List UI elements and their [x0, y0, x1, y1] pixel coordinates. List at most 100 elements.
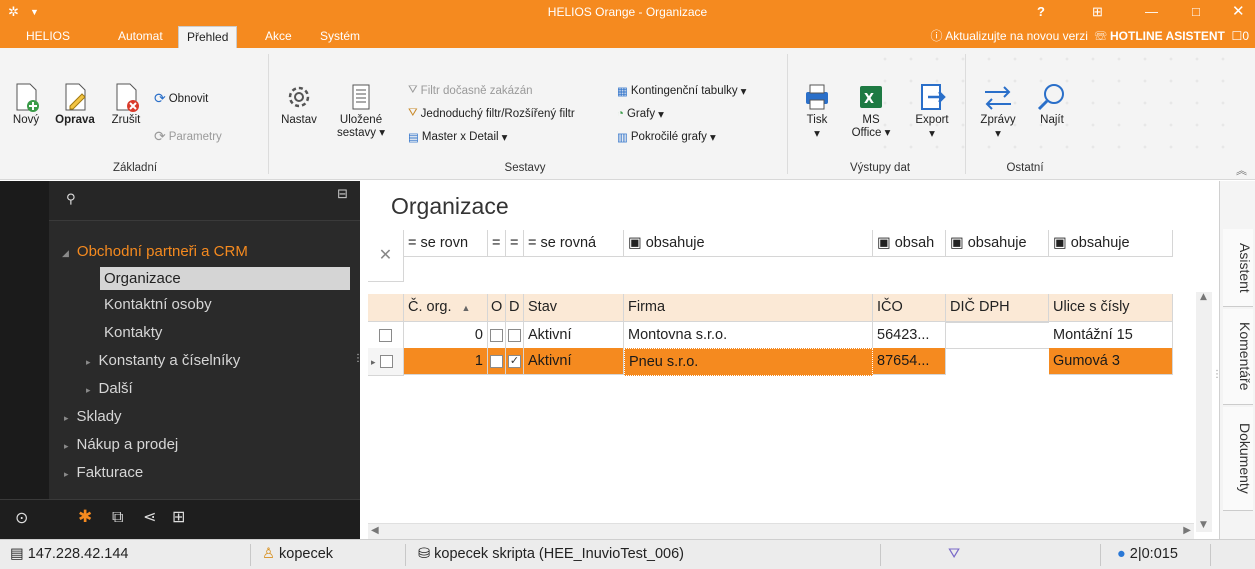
scroll-left-icon[interactable]: ◀ [371, 525, 379, 536]
pokrocile-grafy-button[interactable]: ▥ Pokročilé grafy ▾ [617, 130, 716, 144]
master-detail-button[interactable]: ▤ Master x Detail ▾ [408, 130, 507, 144]
horizontal-scrollbar[interactable]: ◀ ▶ [368, 523, 1194, 539]
scroll-down-icon[interactable]: ▼ [1200, 520, 1207, 530]
nav-item-sklady[interactable]: ▸ Sklady [64, 408, 122, 425]
grafy-button[interactable]: ◔ Grafy ▾ [617, 107, 664, 121]
checkbox[interactable] [508, 328, 521, 342]
column-header-o[interactable]: O [488, 294, 506, 322]
column-header-dic[interactable]: DIČ DPH [946, 294, 1049, 322]
filter-input[interactable] [506, 256, 524, 257]
zrusit-button[interactable]: Zrušit [104, 80, 148, 126]
nav-item-kontakty[interactable]: Kontakty [104, 324, 162, 341]
nav-item-organizace[interactable]: Organizace [100, 267, 350, 290]
tab-prehled[interactable]: Přehled [178, 26, 238, 48]
collapse-ribbon-icon[interactable]: ︽ [1236, 162, 1247, 178]
expand-nav-icon[interactable]: ⊙ [15, 508, 28, 527]
column-header-firma[interactable]: Firma [624, 294, 873, 322]
update-link[interactable]: Aktualizujte na novou verzi [945, 29, 1088, 43]
obnovit-button[interactable]: ⟳ Obnovit [154, 90, 208, 107]
table-cell[interactable]: Montážní 15 [1049, 322, 1173, 349]
hotline-link[interactable]: HOTLINE ASISTENT [1110, 29, 1225, 43]
vertical-scrollbar[interactable]: ▲ ▼ [1196, 292, 1212, 532]
maximize-button[interactable]: □ [1192, 3, 1200, 21]
nav-search-bar[interactable]: ⚲ ⊟ [49, 181, 360, 221]
tab-automat[interactable]: Automat [110, 25, 171, 48]
grid-view-icon[interactable]: ⊞ [172, 507, 185, 526]
column-header-cislo-org[interactable]: Č. org. ▲ [404, 294, 488, 322]
table-cell[interactable]: 56423... [873, 322, 946, 349]
row-select-checkbox[interactable]: ▸ [368, 348, 404, 376]
filter-dic[interactable]: ▣ obsahuje [946, 230, 1049, 257]
filtr-docasne-zakazan-button[interactable]: ⛛ Filtr dočasně zakázán [408, 84, 533, 97]
nav-item-obchodni-partneri[interactable]: ◢ Obchodní partneři a CRM [62, 243, 248, 260]
table-cell[interactable]: Pneu s.r.o. [624, 348, 873, 376]
table-cell[interactable]: Aktivní [524, 322, 624, 349]
tisk-button[interactable]: Tisk ▾ [797, 80, 837, 140]
novy-button[interactable]: Nový [6, 80, 46, 126]
help-button[interactable]: ? [1037, 3, 1045, 21]
column-header-d[interactable]: D [506, 294, 524, 322]
nav-item-kontaktni-osoby[interactable]: Kontaktní osoby [104, 296, 212, 313]
tab-asistent[interactable]: Asistent [1223, 229, 1253, 307]
close-button[interactable]: ✕ [1232, 3, 1245, 21]
search-icon[interactable]: ⚲ [66, 192, 76, 207]
filter-ulice[interactable]: ▣ obsahuje [1049, 230, 1173, 257]
export-button[interactable]: Export ▾ [907, 80, 957, 140]
table-cell[interactable]: 1 [404, 348, 488, 375]
filter-input[interactable] [488, 256, 506, 257]
table-cell[interactable] [946, 348, 1049, 349]
filter-status-icon[interactable]: ⛛ [948, 546, 960, 562]
filter-d[interactable]: = [506, 230, 524, 257]
filter-firma[interactable]: ▣ obsahuje [624, 230, 873, 257]
ms-office-button[interactable]: X MS Office ▾ [846, 80, 896, 140]
minimize-button[interactable]: — [1145, 3, 1158, 21]
filter-input[interactable] [524, 256, 624, 257]
jednoduchy-filtr-button[interactable]: ⛛ Jednoduchý filtr/Rozšířený filtr [408, 107, 575, 120]
row-select-checkbox[interactable] [368, 322, 404, 349]
filter-input[interactable] [873, 256, 946, 257]
status-database[interactable]: ⛁ kopecek skripta (HEE_InuvioTest_006) [418, 546, 684, 562]
table-cell[interactable]: Gumová 3 [1049, 348, 1173, 375]
checkbox[interactable]: ✓ [508, 354, 521, 368]
column-header-ico[interactable]: IČO [873, 294, 946, 322]
scroll-up-icon[interactable]: ▲ [1200, 292, 1207, 302]
notification-icon[interactable]: ☐ [1232, 29, 1243, 43]
checkbox[interactable] [490, 328, 503, 342]
oprava-button[interactable]: Oprava [50, 80, 100, 126]
tab-helios[interactable]: HELIOS [18, 25, 78, 48]
modules-icon[interactable]: ✱ [78, 507, 92, 527]
checkbox[interactable] [490, 354, 503, 368]
nav-item-dalsi[interactable]: ▸ Další [86, 380, 133, 397]
checkbox-o[interactable] [488, 322, 506, 349]
checkbox[interactable] [379, 328, 392, 342]
clear-filter-button[interactable]: ✕ [368, 230, 404, 282]
tab-akce[interactable]: Akce [257, 25, 300, 48]
share-network-icon[interactable]: ⋖ [143, 507, 156, 526]
column-header-ulice[interactable]: Ulice s čísly [1049, 294, 1173, 322]
kontingencni-tabulky-button[interactable]: ▦ Kontingenční tabulky ▾ [617, 84, 746, 98]
filter-ico[interactable]: ▣ obsah [873, 230, 946, 257]
tab-komentare[interactable]: Komentáře [1223, 309, 1253, 405]
tree-structure-icon[interactable]: ⧉ [112, 507, 123, 527]
restore-layout-icon[interactable]: ⊞ [1092, 3, 1103, 21]
parametry-button[interactable]: ⟳ Parametry [154, 128, 222, 145]
checkbox[interactable] [379, 354, 393, 368]
najit-button[interactable]: Najít [1030, 80, 1074, 126]
nav-item-nakup-prodej[interactable]: ▸ Nákup a prodej [64, 436, 178, 453]
zpravy-button[interactable]: Zprávy ▾ [975, 80, 1021, 140]
nastav-button[interactable]: Nastav [278, 80, 320, 126]
checkbox-d[interactable] [506, 322, 524, 349]
table-cell[interactable]: Montovna s.r.o. [624, 322, 873, 349]
tab-system[interactable]: Systém [312, 25, 368, 48]
table-cell[interactable] [946, 322, 1049, 323]
table-cell[interactable]: 87654... [873, 348, 946, 375]
scroll-right-icon[interactable]: ▶ [1183, 525, 1191, 536]
ulozene-sestavy-button[interactable]: Uložené sestavy ▾ [336, 80, 386, 140]
checkbox-o[interactable] [488, 348, 506, 375]
filter-input[interactable] [1049, 256, 1173, 257]
filter-cislo-org[interactable]: = se rovn [404, 230, 488, 257]
nav-item-konstanty[interactable]: ▸ Konstanty a číselníky [86, 352, 240, 369]
table-cell[interactable]: 0 [404, 322, 488, 349]
checkbox-d[interactable]: ✓ [506, 348, 524, 375]
table-cell[interactable]: Aktivní [524, 348, 624, 375]
